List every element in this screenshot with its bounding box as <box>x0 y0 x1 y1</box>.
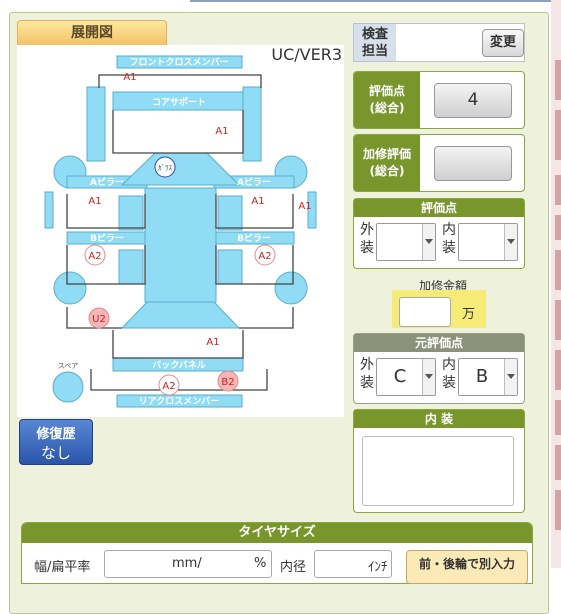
chevron-down-icon <box>422 359 435 395</box>
diameter-label: 内径 <box>280 560 307 575</box>
label-b-pillar-left: Bピラー <box>90 232 124 244</box>
label-b-pillar-right: Bピラー <box>237 232 271 244</box>
repair-history-title: 修復歴 <box>36 427 76 442</box>
damage-mark[interactable]: A1 <box>88 196 101 207</box>
grade-panel: 評価点 外装 内装 <box>353 198 525 269</box>
repair-history-value: なし <box>40 444 71 462</box>
label-a-pillar-right: Aピラー <box>237 176 271 188</box>
sill-left <box>44 191 54 229</box>
inspector-label-line1: 検査 <box>361 27 388 42</box>
damage-mark[interactable]: A2 <box>162 381 175 392</box>
repair-score-label-line2: (総合) <box>369 164 405 178</box>
repair-history-button[interactable]: 修復歴 なし <box>19 419 93 465</box>
original-interior-value: B <box>475 366 489 387</box>
tire-size-panel: タイヤサイズ 幅/扁平率 mm/ % 内径 ｲﾝﾁ 前・後輪で別入力 <box>21 522 533 584</box>
damage-mark[interactable]: A2 <box>258 251 271 262</box>
car-diagram[interactable]: UC/VER3 フロントクロスメンバー コアサポート Aピラー Aピラー Bピラ… <box>17 45 344 417</box>
damage-mark[interactable]: A1 <box>206 337 219 348</box>
trunk-outline <box>112 330 244 359</box>
orig-ext-2: 装 <box>360 375 374 391</box>
grade-title: 評価点 <box>354 199 524 217</box>
door-front-right <box>217 195 243 231</box>
tire-size-title: タイヤサイズ <box>22 523 532 543</box>
damage-mark[interactable]: A1 <box>298 201 311 212</box>
damage-mark[interactable]: A1 <box>251 196 264 207</box>
width-ratio-label: 幅/扁平率 <box>34 560 91 575</box>
label-glass: ｶﾞﾗｽ <box>158 164 172 172</box>
wheel-rear-right <box>274 271 308 305</box>
original-exterior-select[interactable]: C <box>376 358 436 396</box>
grade-ext-1: 外 <box>360 222 374 238</box>
repair-score-box: 加修評価 (総合) <box>353 134 525 192</box>
door-front-left <box>118 195 144 231</box>
overall-score-box: 評価点 (総合) 4 <box>353 71 525 129</box>
repair-score-label: 加修評価 (総合) <box>354 135 420 191</box>
left-front-side-member <box>86 86 106 162</box>
interior-title: 内 装 <box>354 410 524 428</box>
damage-mark[interactable]: A1 <box>215 126 228 137</box>
label-core-support: コアサポート <box>152 96 206 108</box>
repair-amount-input[interactable] <box>399 297 451 327</box>
windshield <box>120 152 241 186</box>
chevron-down-icon <box>504 359 517 395</box>
overall-score-label-line2: (総合) <box>369 101 405 115</box>
damage-mark[interactable]: A1 <box>123 72 136 83</box>
chevron-down-icon <box>504 224 517 260</box>
chevron-down-icon <box>422 224 435 260</box>
overall-score-button[interactable]: 4 <box>434 83 512 118</box>
original-grade-panel: 元評価点 外装 C 内装 B <box>353 333 525 404</box>
original-exterior-value: C <box>393 366 407 387</box>
label-rear-cross-member: リアクロスメンバー <box>139 396 220 407</box>
repair-amount-unit: 万 <box>462 307 476 322</box>
spare-tire <box>52 371 84 403</box>
front-rear-separate-button[interactable]: 前・後輪で別入力 <box>406 550 528 584</box>
inspector-field: 検査 担当 変更 <box>353 23 525 62</box>
right-front-side-member <box>242 86 262 162</box>
original-exterior-label: 外装 <box>360 356 374 392</box>
label-spare: スペア <box>58 362 79 370</box>
overall-score-label-line1: 評価点 <box>368 84 405 98</box>
door-rear-left <box>118 249 144 285</box>
repair-score-button[interactable] <box>434 146 512 181</box>
wheel-rear-left <box>53 271 87 305</box>
grade-exterior-label: 外装 <box>360 221 374 257</box>
inch-unit: ｲﾝﾁ <box>368 560 388 575</box>
overall-score-label: 評価点 (総合) <box>354 72 420 128</box>
orig-int-2: 装 <box>442 375 456 391</box>
grade-ext-2: 装 <box>360 240 374 256</box>
roof <box>144 187 217 303</box>
damage-mark[interactable]: U2 <box>92 314 106 325</box>
top-border <box>190 0 561 2</box>
grade-interior-label: 内装 <box>442 221 456 257</box>
percent-unit: % <box>254 556 267 571</box>
label-front-cross-member: フロントクロスメンバー <box>129 57 228 68</box>
right-edge-strip <box>551 0 561 568</box>
original-interior-select[interactable]: B <box>458 358 518 396</box>
orig-ext-1: 外 <box>360 357 374 373</box>
original-interior-label: 内装 <box>442 356 456 392</box>
inspector-label: 検査 担当 <box>354 24 396 61</box>
mm-unit: mm/ <box>172 556 202 571</box>
original-grade-title: 元評価点 <box>354 334 524 352</box>
diagram-tab[interactable]: 展開図 <box>17 20 167 47</box>
rear-glass <box>120 301 241 329</box>
change-inspector-button[interactable]: 変更 <box>482 29 524 57</box>
orig-int-1: 内 <box>442 357 456 373</box>
grade-interior-select[interactable] <box>458 223 518 261</box>
grade-exterior-select[interactable] <box>376 223 436 261</box>
damage-mark[interactable]: A2 <box>88 251 101 262</box>
label-back-panel: バックパネル <box>152 359 206 371</box>
interior-panel: 内 装 <box>353 409 525 513</box>
rear-right-quarter-outline <box>239 307 294 329</box>
door-rear-right <box>217 249 243 285</box>
label-a-pillar-left: Aピラー <box>90 176 124 188</box>
interior-textarea[interactable] <box>362 436 514 506</box>
grade-int-1: 内 <box>442 222 456 238</box>
grade-int-2: 装 <box>442 240 456 256</box>
inspector-label-line2: 担当 <box>361 44 388 59</box>
car-diagram-svg[interactable]: フロントクロスメンバー コアサポート Aピラー Aピラー Bピラー Bピラー バ… <box>17 45 344 417</box>
repair-score-label-line1: 加修評価 <box>362 147 411 161</box>
damage-mark[interactable]: B2 <box>221 377 234 388</box>
